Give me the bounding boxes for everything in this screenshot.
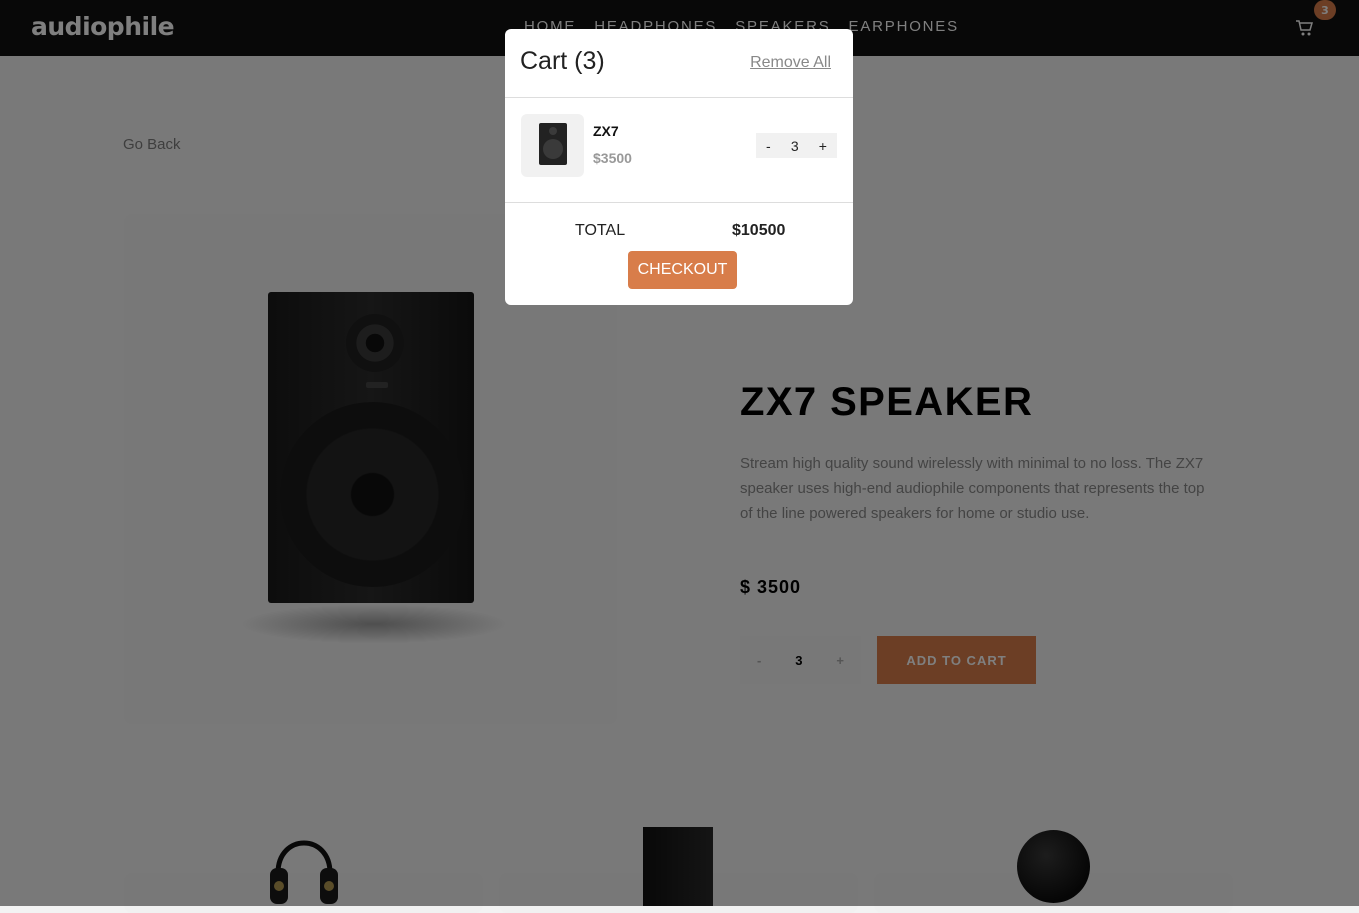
speaker-thumbnail-icon [539, 123, 567, 165]
cart-decrement-button[interactable]: - [766, 138, 771, 154]
cart-increment-button[interactable]: + [819, 138, 827, 154]
cart-item-price: $3500 [593, 150, 632, 166]
cart-title: Cart (3) [520, 47, 605, 75]
divider [505, 97, 853, 98]
total-value: $10500 [732, 222, 786, 239]
checkout-button[interactable]: CHECKOUT [628, 251, 737, 289]
cart-item-name: ZX7 [593, 123, 619, 139]
thumbnail-tweeter [549, 127, 557, 135]
divider [505, 202, 853, 203]
cart-item-thumbnail [521, 114, 584, 177]
thumbnail-woofer [543, 139, 563, 159]
cart-quantity-value: 3 [790, 137, 799, 154]
remove-all-button[interactable]: Remove All [750, 54, 831, 72]
total-label: TOTAL [575, 222, 626, 239]
cart-quantity-stepper: - 3 + [756, 133, 837, 158]
cart-modal: Cart (3) Remove All ZX7 $3500 - 3 + TOTA… [505, 29, 853, 305]
